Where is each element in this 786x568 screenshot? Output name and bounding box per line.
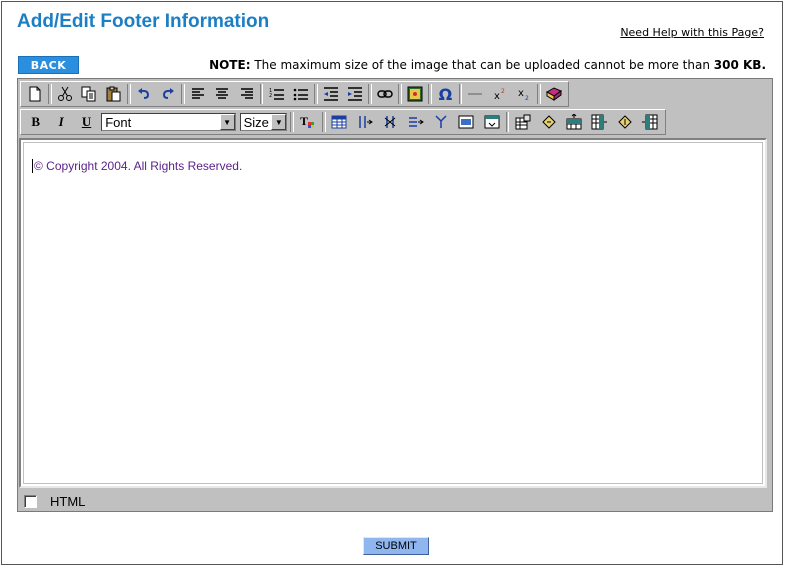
link-icon[interactable] [375,83,395,105]
italic-button[interactable]: I [50,111,71,133]
size-select[interactable]: Size ▼ [239,113,288,131]
toolbar-separator [290,112,295,132]
column-properties-icon[interactable] [614,111,635,133]
outdent-icon[interactable] [321,83,341,105]
insert-row-icon[interactable] [405,111,426,133]
svg-text:x: x [494,91,500,101]
font-select[interactable]: Font ▼ [101,113,236,131]
align-center-icon[interactable] [212,83,232,105]
toolbar-separator [181,84,185,104]
svg-text:2: 2 [269,93,272,99]
html-mode-checkbox[interactable] [24,494,37,508]
insert-column-icon[interactable] [354,111,375,133]
cell-properties-icon[interactable] [481,111,502,133]
toolbar-separator [321,112,326,132]
svg-text:x: x [518,88,524,99]
svg-text:T: T [300,114,308,128]
toolbar-row-2: B I U Font ▼ Size ▼ T [18,108,772,135]
spellcheck-icon[interactable] [544,83,564,105]
merge-cells-icon[interactable] [456,111,477,133]
size-select-value: Size [243,114,269,130]
rich-text-editor: 12 Ω x 2 x 2 B I U Font ▼ Size ▼ T © Cop… [17,78,773,512]
subscript-icon[interactable]: x2 [514,83,534,105]
toolbar-separator [259,84,264,104]
text-color-icon[interactable]: T [297,111,318,133]
table-properties-icon[interactable] [512,111,533,133]
split-cell-icon[interactable] [430,111,451,133]
toolbar-separator [428,84,433,104]
insert-column-right-icon[interactable] [589,111,610,133]
chevron-down-icon: ▼ [271,114,287,130]
chevron-down-icon: ▼ [219,114,235,130]
editor-status-bar: HTML [18,491,772,511]
numbered-list-icon[interactable]: 12 [266,83,286,105]
note-limit: 300 KB [713,58,762,72]
toolbar-row-1: 12 Ω x 2 x 2 [18,80,772,107]
superscript-icon[interactable]: x2 [490,83,510,105]
html-mode-label: HTML [50,493,86,509]
horizontal-rule-icon[interactable] [465,83,485,105]
row-properties-icon[interactable] [538,111,559,133]
toolbar-separator [126,84,131,104]
note-end: . [761,58,766,72]
new-document-icon[interactable] [25,83,45,105]
paste-icon[interactable] [104,83,124,105]
cut-icon[interactable] [55,83,75,105]
help-link[interactable]: Need Help with this Page? [620,26,764,39]
toolbar-separator [505,112,510,132]
svg-text:2: 2 [501,88,505,95]
toolbar-separator [48,84,53,104]
toolbar-separator [458,84,463,104]
toolbar-separator [537,84,541,104]
redo-icon[interactable] [158,83,178,105]
toolbar-separator [398,84,403,104]
special-character-icon[interactable]: Ω [435,83,455,105]
bold-button[interactable]: B [25,111,46,133]
bulleted-list-icon[interactable] [291,83,311,105]
toolbar-separator [313,84,318,104]
editor-content-text[interactable]: © Copyright 2004. All Rights Reserved. [32,159,242,173]
upload-note: NOTE: The maximum size of the image that… [209,58,766,72]
note-label: NOTE: [209,58,251,72]
submit-button[interactable]: SUBMIT [363,537,429,555]
underline-button[interactable]: U [76,111,97,133]
insert-table-icon[interactable] [329,111,350,133]
image-icon[interactable] [405,83,425,105]
insert-row-above-icon[interactable] [563,111,584,133]
align-right-icon[interactable] [236,83,256,105]
undo-icon[interactable] [134,83,154,105]
insert-column-left-icon[interactable] [639,111,660,133]
toolbar-separator [368,84,373,104]
page-frame: Add/Edit Footer Information Need Help wi… [1,1,783,565]
back-button[interactable]: BACK [18,56,79,74]
align-left-icon[interactable] [188,83,208,105]
indent-icon[interactable] [345,83,365,105]
copy-icon[interactable] [79,83,99,105]
editor-content-area[interactable]: © Copyright 2004. All Rights Reserved. [19,138,767,488]
page-title: Add/Edit Footer Information [17,11,270,32]
svg-text:2: 2 [525,95,529,101]
note-text: The maximum size of the image that can b… [250,58,714,72]
delete-column-icon[interactable] [379,111,400,133]
font-select-value: Font [105,114,132,130]
